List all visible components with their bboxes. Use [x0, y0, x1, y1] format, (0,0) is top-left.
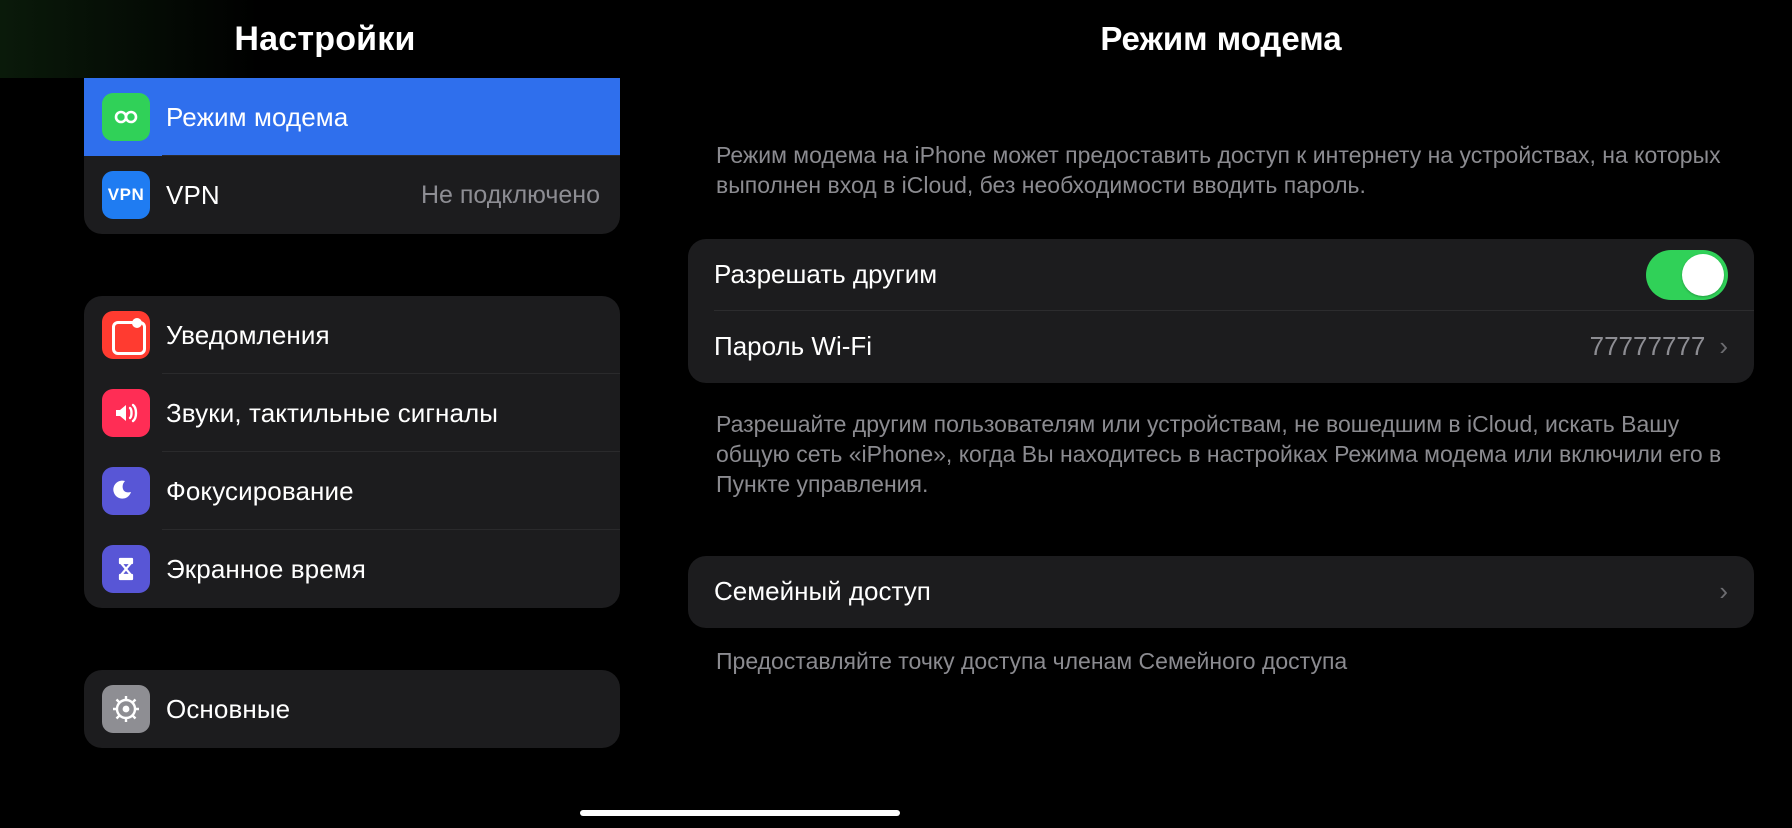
row-allow-others[interactable]: Разрешать другим: [688, 239, 1754, 311]
allow-others-toggle[interactable]: [1646, 250, 1728, 300]
settings-split-view: Настройки Режим модема VPN VPN Не подклю…: [0, 0, 1792, 828]
sidebar-title: Настройки: [234, 20, 415, 59]
chevron-right-icon: ›: [1719, 576, 1728, 607]
sidebar-group-general: Основные: [84, 670, 620, 748]
sidebar-item-vpn[interactable]: VPN VPN Не подключено: [84, 156, 620, 234]
focus-icon: [102, 467, 150, 515]
detail-body[interactable]: Режим модема на iPhone может предоставит…: [650, 78, 1792, 828]
sidebar-item-label: Основные: [166, 694, 290, 725]
family-sharing-group: Семейный доступ ›: [688, 556, 1754, 628]
detail-pane: Режим модема Режим модема на iPhone може…: [650, 0, 1792, 828]
family-sharing-note: Предоставляйте точку доступа членам Семе…: [688, 628, 1754, 676]
sidebar-item-label: Уведомления: [166, 320, 330, 351]
sidebar-item-screentime[interactable]: Экранное время: [84, 530, 620, 608]
sidebar-item-label: Экранное время: [166, 554, 366, 585]
detail-title: Режим модема: [1100, 20, 1341, 58]
allow-others-note: Разрешайте другим пользователям или устр…: [688, 383, 1754, 500]
chevron-right-icon: ›: [1719, 331, 1728, 362]
row-wifi-password[interactable]: Пароль Wi-Fi 77777777 ›: [688, 311, 1754, 383]
home-indicator[interactable]: [580, 810, 900, 816]
hotspot-settings-group: Разрешать другим Пароль Wi-Fi 77777777 ›: [688, 239, 1754, 383]
sidebar-header: Настройки: [0, 0, 650, 78]
wifi-password-label: Пароль Wi-Fi: [714, 331, 872, 362]
sidebar-group-attention: Уведомления Звуки, тактильные сигналы Фо…: [84, 296, 620, 608]
sidebar-item-label: Режим модема: [166, 102, 348, 133]
row-family-sharing[interactable]: Семейный доступ ›: [688, 556, 1754, 628]
sidebar-item-label: VPN: [166, 180, 220, 211]
sidebar-item-notifications[interactable]: Уведомления: [84, 296, 620, 374]
hotspot-icon: [102, 93, 150, 141]
vpn-status: Не подключено: [421, 181, 600, 210]
sidebar-item-focus[interactable]: Фокусирование: [84, 452, 620, 530]
sidebar-item-hotspot[interactable]: Режим модема: [84, 78, 620, 156]
sidebar-item-label: Фокусирование: [166, 476, 354, 507]
sidebar-group-network: Режим модема VPN VPN Не подключено: [84, 78, 620, 234]
family-sharing-label: Семейный доступ: [714, 576, 931, 607]
detail-header: Режим модема: [650, 0, 1792, 78]
sidebar-scroll[interactable]: Режим модема VPN VPN Не подключено Уведо…: [0, 78, 650, 828]
sidebar-item-general[interactable]: Основные: [84, 670, 620, 748]
sidebar-item-sounds[interactable]: Звуки, тактильные сигналы: [84, 374, 620, 452]
hotspot-intro-text: Режим модема на iPhone может предоставит…: [688, 78, 1754, 231]
vpn-icon: VPN: [102, 171, 150, 219]
wifi-password-value: 77777777: [1590, 331, 1706, 362]
general-icon: [102, 685, 150, 733]
sidebar: Настройки Режим модема VPN VPN Не подклю…: [0, 0, 650, 828]
sounds-icon: [102, 389, 150, 437]
allow-others-label: Разрешать другим: [714, 259, 937, 290]
screentime-icon: [102, 545, 150, 593]
notifications-icon: [102, 311, 150, 359]
sidebar-item-label: Звуки, тактильные сигналы: [166, 398, 498, 429]
